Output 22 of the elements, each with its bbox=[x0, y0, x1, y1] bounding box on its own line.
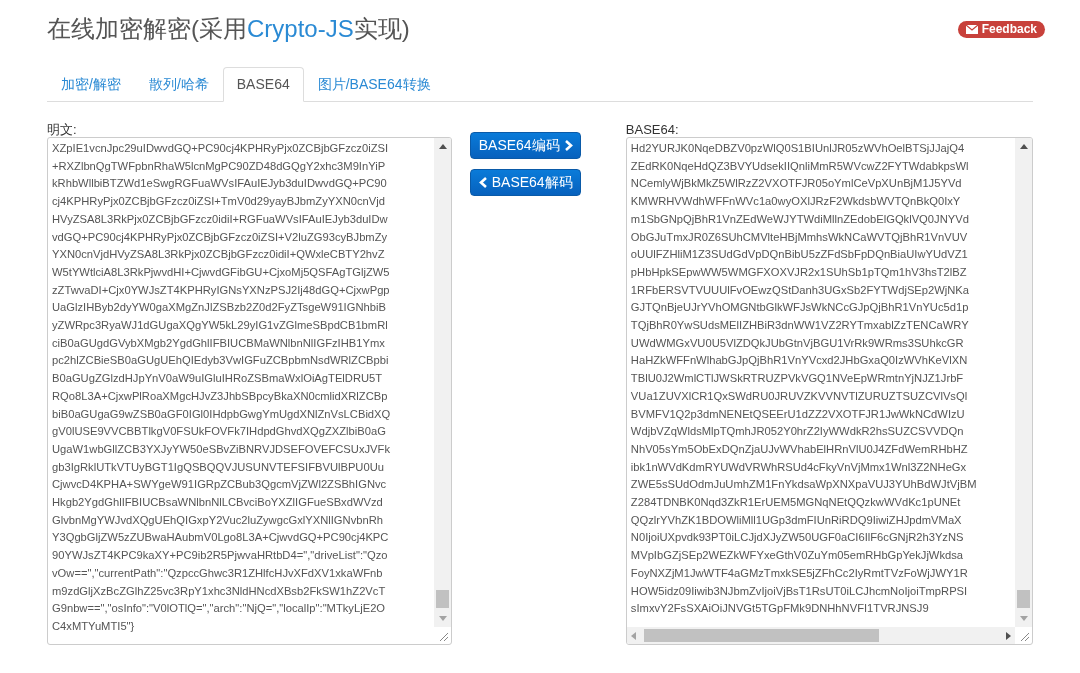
scroll-right-icon[interactable] bbox=[1006, 631, 1011, 640]
encode-button[interactable]: BASE64编码 bbox=[470, 132, 582, 159]
scrollbar-thumb[interactable] bbox=[643, 629, 879, 642]
envelope-icon bbox=[965, 24, 978, 34]
scroll-left-icon[interactable] bbox=[630, 631, 636, 640]
decode-button[interactable]: BASE64解码 bbox=[470, 169, 582, 196]
chevron-right-icon bbox=[563, 140, 573, 151]
chevron-left-icon bbox=[478, 177, 488, 188]
field-label: BASE64: bbox=[625, 121, 680, 137]
resize-handle-icon[interactable] bbox=[1020, 632, 1029, 641]
scroll-down-icon[interactable] bbox=[1019, 616, 1028, 621]
page-title: 在线加密解密(采用Crypto-JS实现) bbox=[47, 14, 410, 44]
scrollbar-thumb[interactable] bbox=[1017, 590, 1030, 608]
field-label: 明文: bbox=[47, 121, 78, 137]
feedback-button[interactable]: Feedback bbox=[957, 20, 1045, 38]
tab[interactable]: BASE64 bbox=[222, 67, 304, 102]
tab[interactable]: 散列/哈希 bbox=[134, 67, 223, 102]
horizontal-scrollbar[interactable] bbox=[626, 627, 1015, 644]
tab[interactable]: 图片/BASE64转换 bbox=[303, 67, 445, 102]
scroll-up-icon[interactable] bbox=[1019, 144, 1028, 149]
tab[interactable]: 加密/解密 bbox=[47, 67, 135, 102]
vertical-scrollbar[interactable] bbox=[1015, 138, 1032, 627]
